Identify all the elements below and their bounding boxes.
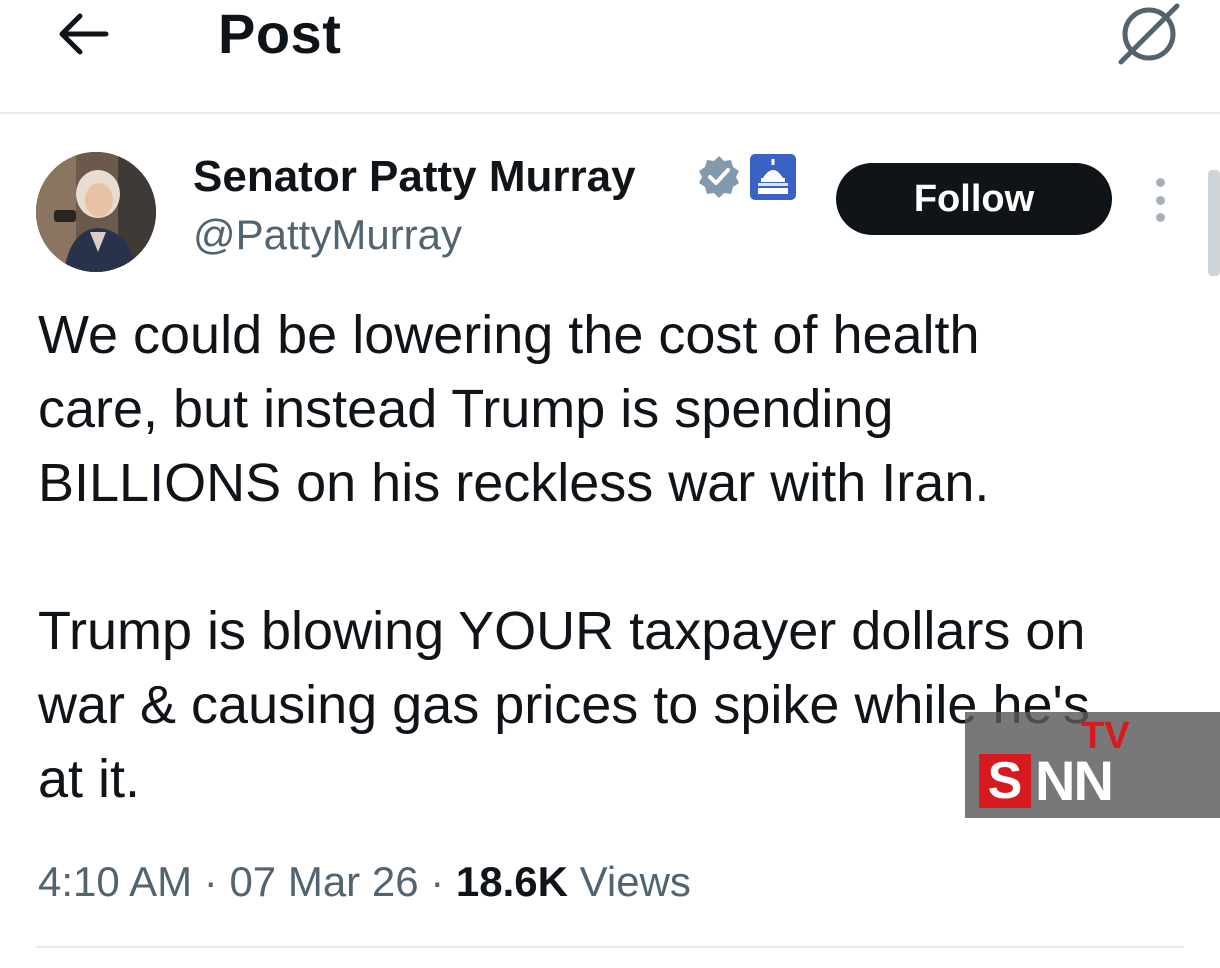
avatar[interactable] [36,152,156,272]
grok-button[interactable] [1108,0,1188,70]
author-name[interactable]: Senator Patty Murray [193,152,636,202]
post-meta: 4:10 AM · 07 Mar 26 · 18.6K Views [38,852,691,912]
snn-tv-watermark: TV S NN [965,712,1220,818]
meta-separator: · [430,858,445,905]
top-bar: Post [0,0,1220,112]
follow-button[interactable]: Follow [836,163,1112,235]
post-page: Post Senator Patty Murray @PattyMurray F… [0,0,1220,968]
post-date[interactable]: 07 Mar 26 [229,858,418,905]
back-button[interactable] [52,6,114,62]
tweet-paragraph: We could be lowering the cost of health … [38,305,990,513]
post-time[interactable]: 4:10 AM [38,858,192,905]
more-dot [1155,178,1165,187]
more-dot [1155,213,1165,222]
author-handle[interactable]: @PattyMurray [193,210,462,260]
arrow-left-icon [59,13,109,55]
capitol-dome-icon[interactable] [750,154,796,200]
meta-separator: · [203,858,218,905]
avatar-photo [36,152,156,272]
grok-slash-icon [1118,3,1180,65]
views-count[interactable]: 18.6K [456,858,568,905]
verified-badge-icon[interactable] [696,154,742,200]
watermark-s: S [979,754,1031,808]
header-divider [0,112,1220,114]
more-vertical-icon[interactable] [1140,178,1180,222]
watermark-nn: NN [1035,749,1114,812]
meta-divider [36,946,1184,948]
more-dot [1155,195,1165,205]
views-label[interactable]: Views [580,858,691,905]
page-title: Post [218,2,342,65]
scrollbar-thumb[interactable] [1208,170,1220,276]
